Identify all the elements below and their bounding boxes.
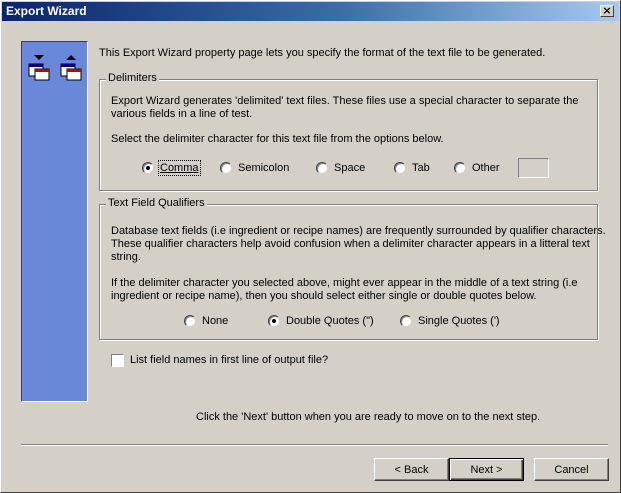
- delimiters-description-line1: Export Wizard generates 'delimited' text…: [111, 95, 579, 107]
- cancel-button[interactable]: Cancel: [534, 458, 609, 481]
- radio-none-button[interactable]: [184, 315, 196, 327]
- next-step-hint: Click the 'Next' button when you are rea…: [196, 411, 541, 423]
- radio-space[interactable]: Space: [316, 162, 365, 174]
- delimiters-legend: Delimiters: [106, 72, 159, 84]
- radio-double-quotes-button[interactable]: [268, 315, 280, 327]
- radio-single-quotes-label: Single Quotes ('): [418, 315, 500, 327]
- radio-none[interactable]: None: [184, 315, 228, 327]
- radio-comma-button[interactable]: [142, 162, 154, 174]
- export-windows-icon: [28, 55, 82, 81]
- radio-tab-button[interactable]: [394, 162, 406, 174]
- intro-text: This Export Wizard property page lets yo…: [99, 47, 546, 59]
- radio-none-label: None: [202, 315, 229, 327]
- next-button[interactable]: Next >: [449, 458, 524, 481]
- radio-double-quotes[interactable]: Double Quotes ("): [268, 315, 374, 327]
- radio-space-button[interactable]: [316, 162, 328, 174]
- qualifiers-text-line1: Database text fields (i.e ingredient or …: [111, 225, 606, 237]
- qualifiers-text-line2: These qualifier characters help avoid co…: [111, 238, 590, 250]
- radio-space-label: Space: [334, 162, 366, 174]
- radio-tab-label: Tab: [412, 162, 430, 174]
- window-title: Export Wizard: [6, 4, 87, 18]
- delimiters-prompt: Select the delimiter character for this …: [111, 133, 444, 145]
- radio-semicolon-button[interactable]: [220, 162, 232, 174]
- radio-tab[interactable]: Tab: [394, 162, 430, 174]
- radio-double-quotes-label: Double Quotes ("): [286, 315, 374, 327]
- back-button[interactable]: < Back: [374, 458, 449, 481]
- qualifiers-text-line3: string.: [111, 251, 141, 263]
- radio-other-button[interactable]: [454, 162, 466, 174]
- radio-other[interactable]: Other: [454, 162, 500, 174]
- radio-semicolon[interactable]: Semicolon: [220, 162, 289, 174]
- button-separator: [21, 444, 608, 446]
- radio-other-label: Other: [472, 162, 500, 174]
- radio-comma[interactable]: Comma: [142, 160, 201, 176]
- close-button[interactable]: ×: [600, 5, 614, 17]
- field-names-checkbox-label: List field names in first line of output…: [130, 354, 329, 366]
- qualifiers-text-line4: If the delimiter character you selected …: [111, 277, 578, 289]
- field-names-checkbox[interactable]: [111, 354, 124, 367]
- radio-single-quotes[interactable]: Single Quotes ('): [400, 315, 500, 327]
- wizard-side-panel: [21, 41, 88, 402]
- title-bar: Export Wizard ×: [2, 2, 619, 21]
- qualifiers-text-line5: ingredient or recipe name), then you sho…: [111, 290, 537, 302]
- export-wizard-window: Export Wizard × This Export Wizard prope…: [0, 0, 621, 493]
- delimiters-description-line2: various fields in a line of test.: [111, 108, 253, 120]
- other-delimiter-input[interactable]: [518, 158, 549, 178]
- text-qualifiers-legend: Text Field Qualifiers: [106, 197, 207, 209]
- radio-comma-label: Comma: [158, 160, 201, 176]
- radio-single-quotes-button[interactable]: [400, 315, 412, 327]
- radio-semicolon-label: Semicolon: [238, 162, 290, 174]
